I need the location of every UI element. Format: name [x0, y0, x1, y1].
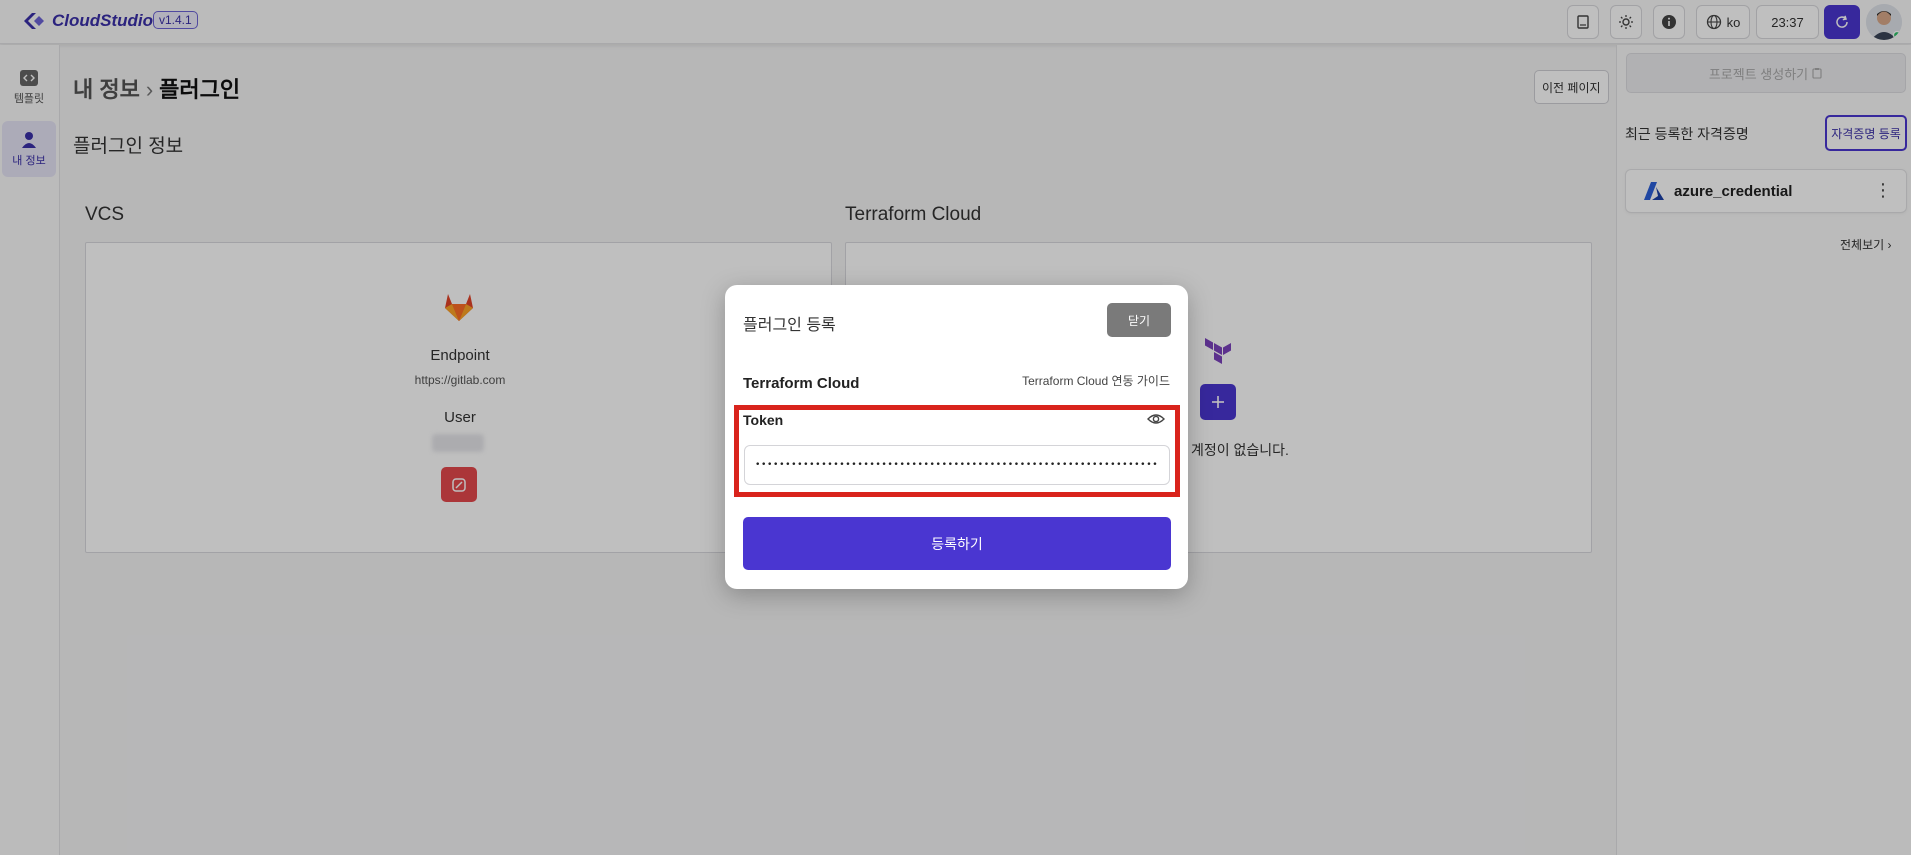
modal-close-button[interactable]: 닫기 [1107, 303, 1171, 337]
modal-section-title: Terraform Cloud [743, 375, 860, 392]
terraform-guide-link[interactable]: Terraform Cloud 연동 가이드 [1022, 372, 1170, 389]
token-input[interactable] [744, 445, 1170, 485]
plugin-register-modal: 플러그인 등록 닫기 Terraform Cloud Terraform Clo… [725, 285, 1188, 589]
token-label: Token [743, 412, 784, 428]
modal-title: 플러그인 등록 [743, 317, 836, 334]
eye-icon[interactable] [1147, 410, 1165, 428]
register-submit-button[interactable]: 등록하기 [743, 517, 1171, 570]
